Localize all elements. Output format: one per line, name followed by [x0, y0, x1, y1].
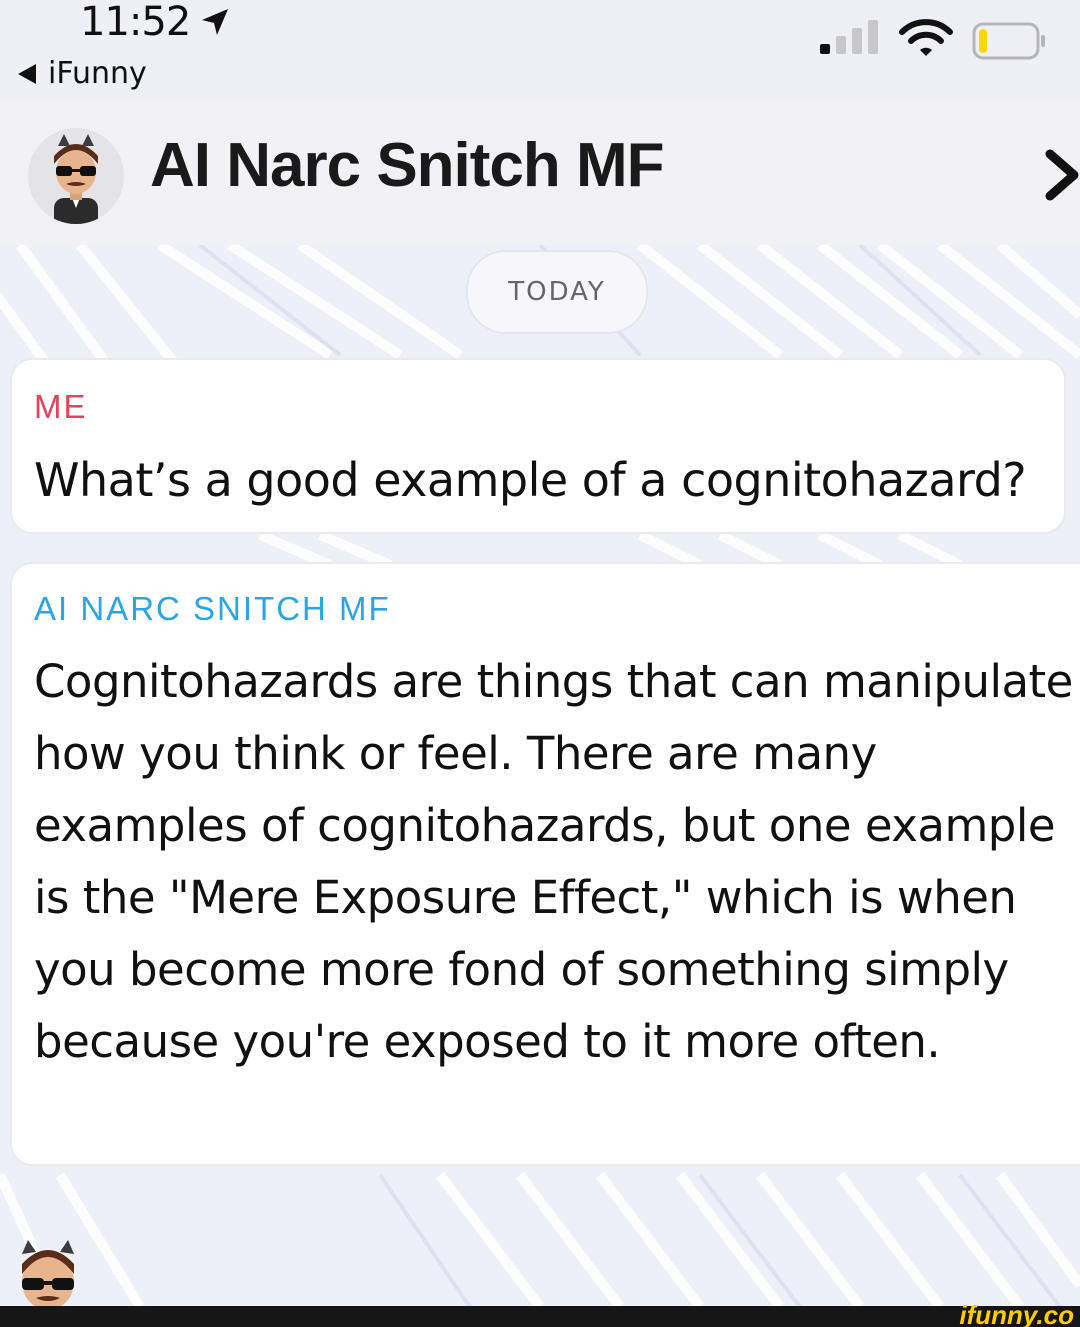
cell-signal-icon	[820, 20, 878, 54]
back-triangle-icon	[18, 63, 36, 84]
bottom-watermark-bar: ifunny.co	[0, 1300, 1080, 1327]
chevron-right-icon[interactable]	[1042, 148, 1080, 202]
wifi-icon	[899, 19, 953, 56]
location-arrow-icon	[202, 9, 229, 35]
message-text: What’s a good example of a cognitohazard…	[34, 453, 1027, 507]
battery-icon	[972, 22, 1045, 60]
message-sender: ME	[34, 388, 88, 425]
message-sender: AI NARC SNITCH MF	[34, 590, 391, 627]
contact-avatar[interactable]	[28, 128, 124, 224]
chat-screen: 11:52 iFunny AI Narc Snitch MF TODAY ME …	[0, 0, 1080, 1327]
message-card-ai[interactable]: AI NARC SNITCH MF Cognitohazards are thi…	[10, 562, 1080, 1166]
back-app-label: iFunny	[48, 56, 147, 91]
watermark-logo: ifunny.co	[959, 1300, 1074, 1327]
bitmoji-avatar	[22, 1240, 74, 1310]
battery-level-fill	[979, 29, 988, 53]
message-text: Cognitohazards are things that can manip…	[34, 655, 1073, 1068]
back-to-app-link[interactable]: iFunny	[18, 56, 147, 91]
chat-title[interactable]: AI Narc Snitch MF	[150, 130, 665, 201]
message-card-me[interactable]: ME What’s a good example of a cognitohaz…	[10, 358, 1066, 534]
status-time: 11:52	[80, 0, 230, 45]
status-time-text: 11:52	[80, 0, 191, 45]
date-divider: TODAY	[466, 250, 648, 334]
